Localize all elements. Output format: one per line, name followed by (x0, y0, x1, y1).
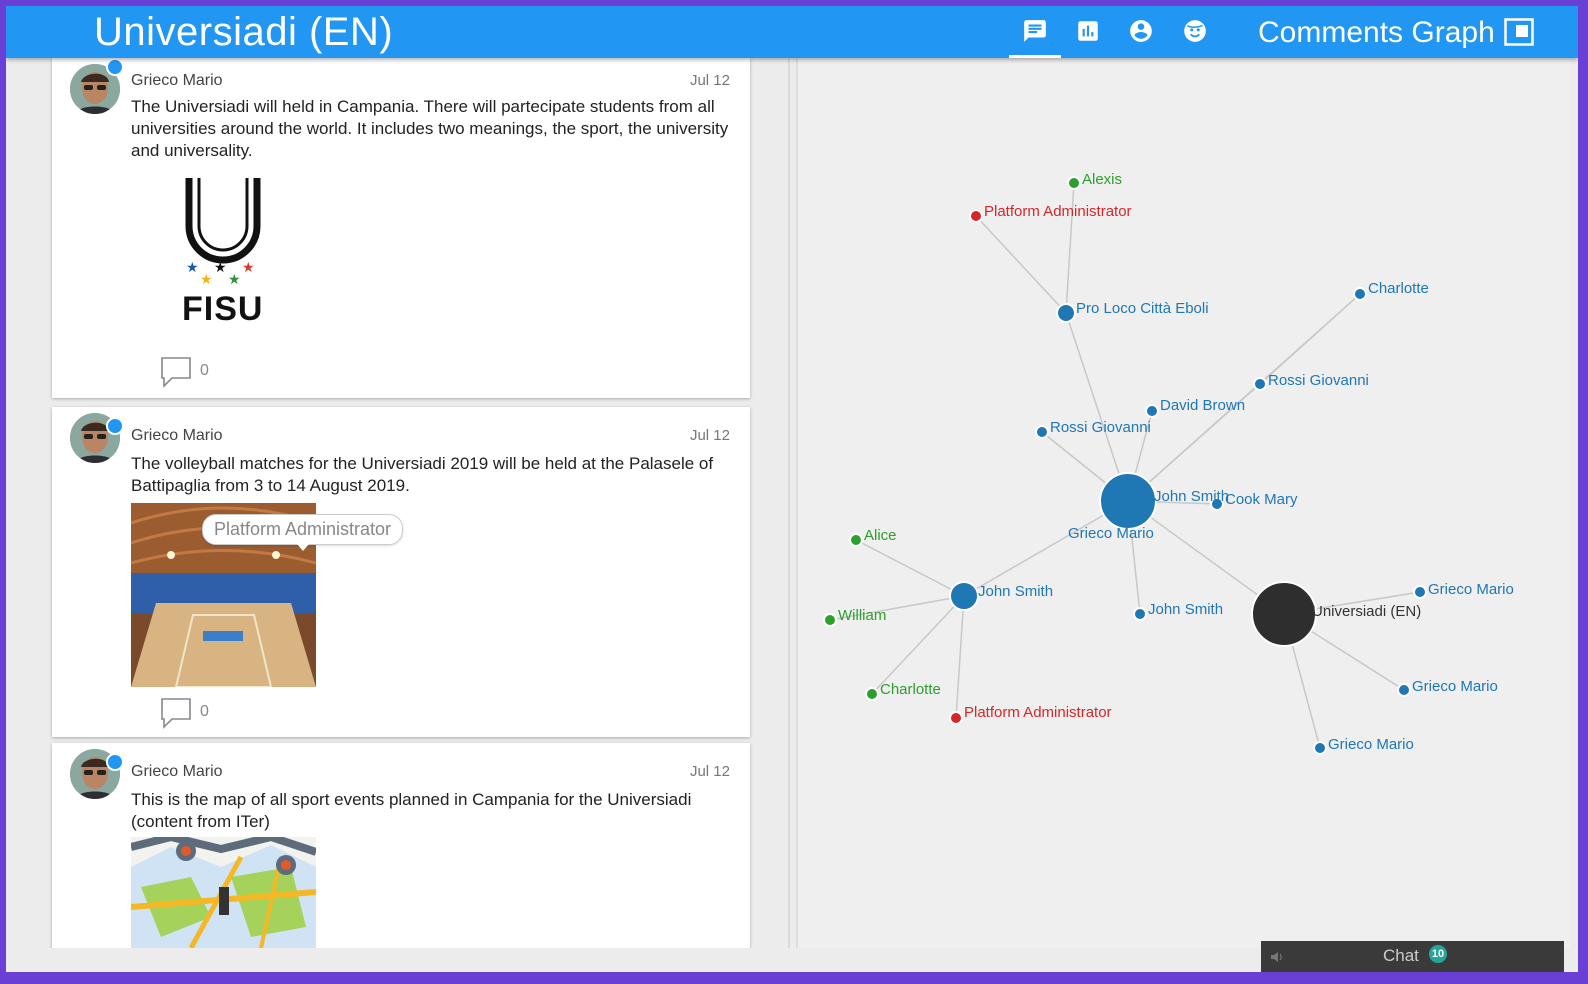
graph-edge (955, 595, 965, 719)
feed-icon (1024, 20, 1046, 42)
profile-tab-icon[interactable] (1115, 12, 1167, 60)
graph-node-label: John Smith (978, 583, 1053, 600)
fisu-logo-text: FISU (182, 290, 264, 328)
graph-node-label: Grieco Mario (1412, 678, 1498, 695)
graph-node-label: Rossi Giovanni (1268, 372, 1369, 389)
svg-text:★: ★ (228, 271, 241, 287)
post-card: Grieco Mario Jul 12 The Universiadi will… (52, 58, 750, 398)
graph-title: Comments Graph (1258, 16, 1495, 49)
graph-node-label: Alice (864, 527, 897, 544)
graph-node-admin1[interactable] (969, 209, 983, 223)
graph-node-proloco[interactable] (1056, 303, 1076, 323)
chat-bar[interactable]: Chat 10 (1261, 941, 1564, 972)
graph-node-charlotte2[interactable] (865, 687, 879, 701)
top-app-bar: Universiadi (EN) Comments Graph (6, 6, 1578, 58)
emoji-tab-icon[interactable] (1169, 12, 1221, 60)
post-author[interactable]: Grieco Mario (131, 72, 223, 90)
post-text: The Universiadi will held in Campania. T… (131, 97, 729, 160)
user-badge-icon (106, 753, 124, 771)
user-badge-icon (106, 58, 124, 76)
graph-edge (855, 539, 965, 597)
bar-chart-icon (1078, 21, 1098, 41)
post-card: Grieco Mario Jul 12 This is the map of a… (52, 743, 750, 948)
comment-icon[interactable] (160, 356, 192, 388)
post-author[interactable]: Grieco Mario (131, 763, 223, 781)
svg-text:★: ★ (242, 259, 255, 275)
graph-node-label: Grieco Mario (1328, 736, 1414, 753)
app-title: Universiadi (EN) (94, 10, 394, 54)
map-image[interactable] (131, 837, 316, 948)
svg-text:★: ★ (200, 271, 213, 287)
hover-tooltip: Platform Administrator (202, 514, 404, 551)
post-date: Jul 12 (689, 427, 730, 444)
chat-unread-badge: 10 (1429, 945, 1447, 963)
comment-count: 0 (200, 703, 209, 720)
graph-node-rossi2[interactable] (1035, 425, 1049, 439)
graph-node-label: Rossi Giovanni (1050, 419, 1151, 436)
graph-node-label: Grieco Mario (1068, 525, 1154, 542)
graph-node-william[interactable] (823, 613, 837, 627)
svg-text:★: ★ (186, 259, 199, 275)
graph-node-label: William (838, 607, 886, 624)
post-date: Jul 12 (689, 72, 730, 89)
comment-icon[interactable] (160, 697, 192, 729)
graph-node-label: Charlotte (880, 681, 941, 698)
post-card: Grieco Mario Jul 12 The volleyball match… (52, 407, 750, 737)
posts-tab-icon[interactable] (1009, 12, 1061, 58)
graph-node-johnsmith3[interactable] (1133, 607, 1147, 621)
stats-tab-icon[interactable] (1062, 12, 1114, 60)
graph-node-admin2[interactable] (949, 711, 963, 725)
face-icon (1184, 20, 1206, 42)
graph-node-label: Universiadi (EN) (1312, 603, 1421, 620)
graph-node-charlotte1[interactable] (1353, 287, 1367, 301)
graph-node-johnsmith2[interactable] (949, 581, 979, 611)
graph-node-label: Platform Administrator (964, 704, 1112, 721)
graph-edge (975, 215, 1067, 314)
post-date: Jul 12 (689, 763, 730, 780)
graph-node-alexis[interactable] (1067, 176, 1081, 190)
graph-node-label: John Smith (1148, 601, 1223, 618)
post-text: The volleyball matches for the Universia… (131, 454, 714, 495)
graph-node-label: Alexis (1082, 171, 1122, 188)
post-text: This is the map of all sport events plan… (131, 790, 692, 831)
graph-node-grieco3[interactable] (1313, 741, 1327, 755)
graph-node-label: David Brown (1160, 397, 1245, 414)
comment-count: 0 (200, 362, 209, 379)
speaker-icon[interactable] (1269, 949, 1285, 965)
comments-graph-panel: Alexis Platform Administrator Pro Loco Cit… (796, 58, 1570, 948)
app-window: Universiadi (EN) Comments Graph Grieco M… (6, 6, 1578, 972)
graph-node-label: Cook Mary (1225, 491, 1298, 508)
comments-graph[interactable]: Alexis Platform Administrator Pro Loco Cit… (798, 58, 1570, 948)
post-author[interactable]: Grieco Mario (131, 427, 223, 445)
posts-feed: Grieco Mario Jul 12 The Universiadi will… (12, 58, 790, 948)
graph-node-alice[interactable] (849, 533, 863, 547)
chat-label: Chat (1383, 946, 1419, 965)
window-toggle-icon[interactable] (1504, 18, 1534, 46)
graph-node-grieco_hub[interactable] (1099, 472, 1157, 530)
graph-node-label: John Smith (1154, 488, 1229, 505)
svg-text:★: ★ (214, 259, 227, 275)
graph-node-label: Platform Administrator (984, 203, 1132, 220)
graph-node-label: Pro Loco Città Eboli (1076, 300, 1209, 317)
graph-node-grieco2[interactable] (1397, 683, 1411, 697)
graph-edge (1259, 293, 1361, 385)
graph-node-david[interactable] (1145, 404, 1159, 418)
account-circle-icon (1130, 20, 1152, 42)
fisu-logo-image[interactable]: ★ ★ ★ ★ ★ FISU (131, 174, 316, 334)
graph-node-label: Grieco Mario (1428, 581, 1514, 598)
graph-node-grieco1[interactable] (1413, 585, 1427, 599)
user-badge-icon (106, 417, 124, 435)
graph-node-rossi1[interactable] (1253, 377, 1267, 391)
graph-node-universiadi[interactable] (1251, 581, 1317, 647)
graph-node-label: Charlotte (1368, 280, 1429, 297)
graph-edge (1065, 312, 1129, 502)
